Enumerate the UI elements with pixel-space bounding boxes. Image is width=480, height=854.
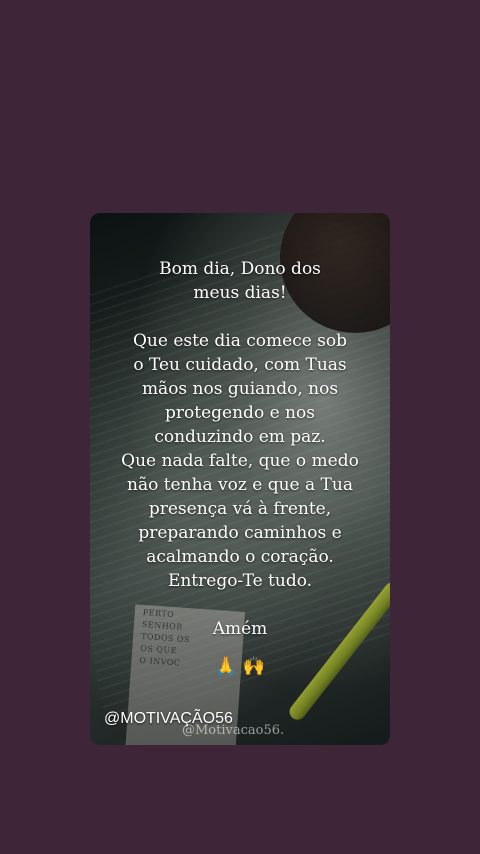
praying-hands-icon: 🙏 🙌 (214, 656, 266, 677)
message-line: acalmando o coração. (146, 547, 334, 567)
prayer-message: Bom dia, Dono dos meus dias! Que este di… (90, 257, 390, 641)
message-line: presença vá à frente, (148, 499, 332, 519)
post-image: PERTO SENHOR TODOS OS OS QUE O INVOC Bom… (90, 213, 390, 745)
watermark-text: @Motivacao56. (182, 723, 285, 738)
message-line: Que nada falte, que o medo (121, 451, 359, 471)
message-gap (90, 593, 390, 617)
message-line: conduzindo em paz. (154, 427, 326, 447)
message-gap (90, 305, 390, 329)
message-line: o Teu cuidado, com Tuas (133, 355, 347, 375)
message-line: Entrego-Te tudo. (167, 571, 313, 591)
message-line: Que este dia comece sob (132, 331, 348, 351)
message-amen: Amém (212, 619, 268, 639)
message-line: preparando caminhos e (138, 523, 342, 543)
message-line: não tenha voz e que a Tua (127, 475, 353, 495)
message-line: meus dias! (193, 283, 287, 303)
message-line: mãos nos guiando, nos (141, 379, 339, 399)
message-line: protegendo e nos (165, 403, 315, 423)
message-line: Bom dia, Dono dos (159, 259, 321, 279)
